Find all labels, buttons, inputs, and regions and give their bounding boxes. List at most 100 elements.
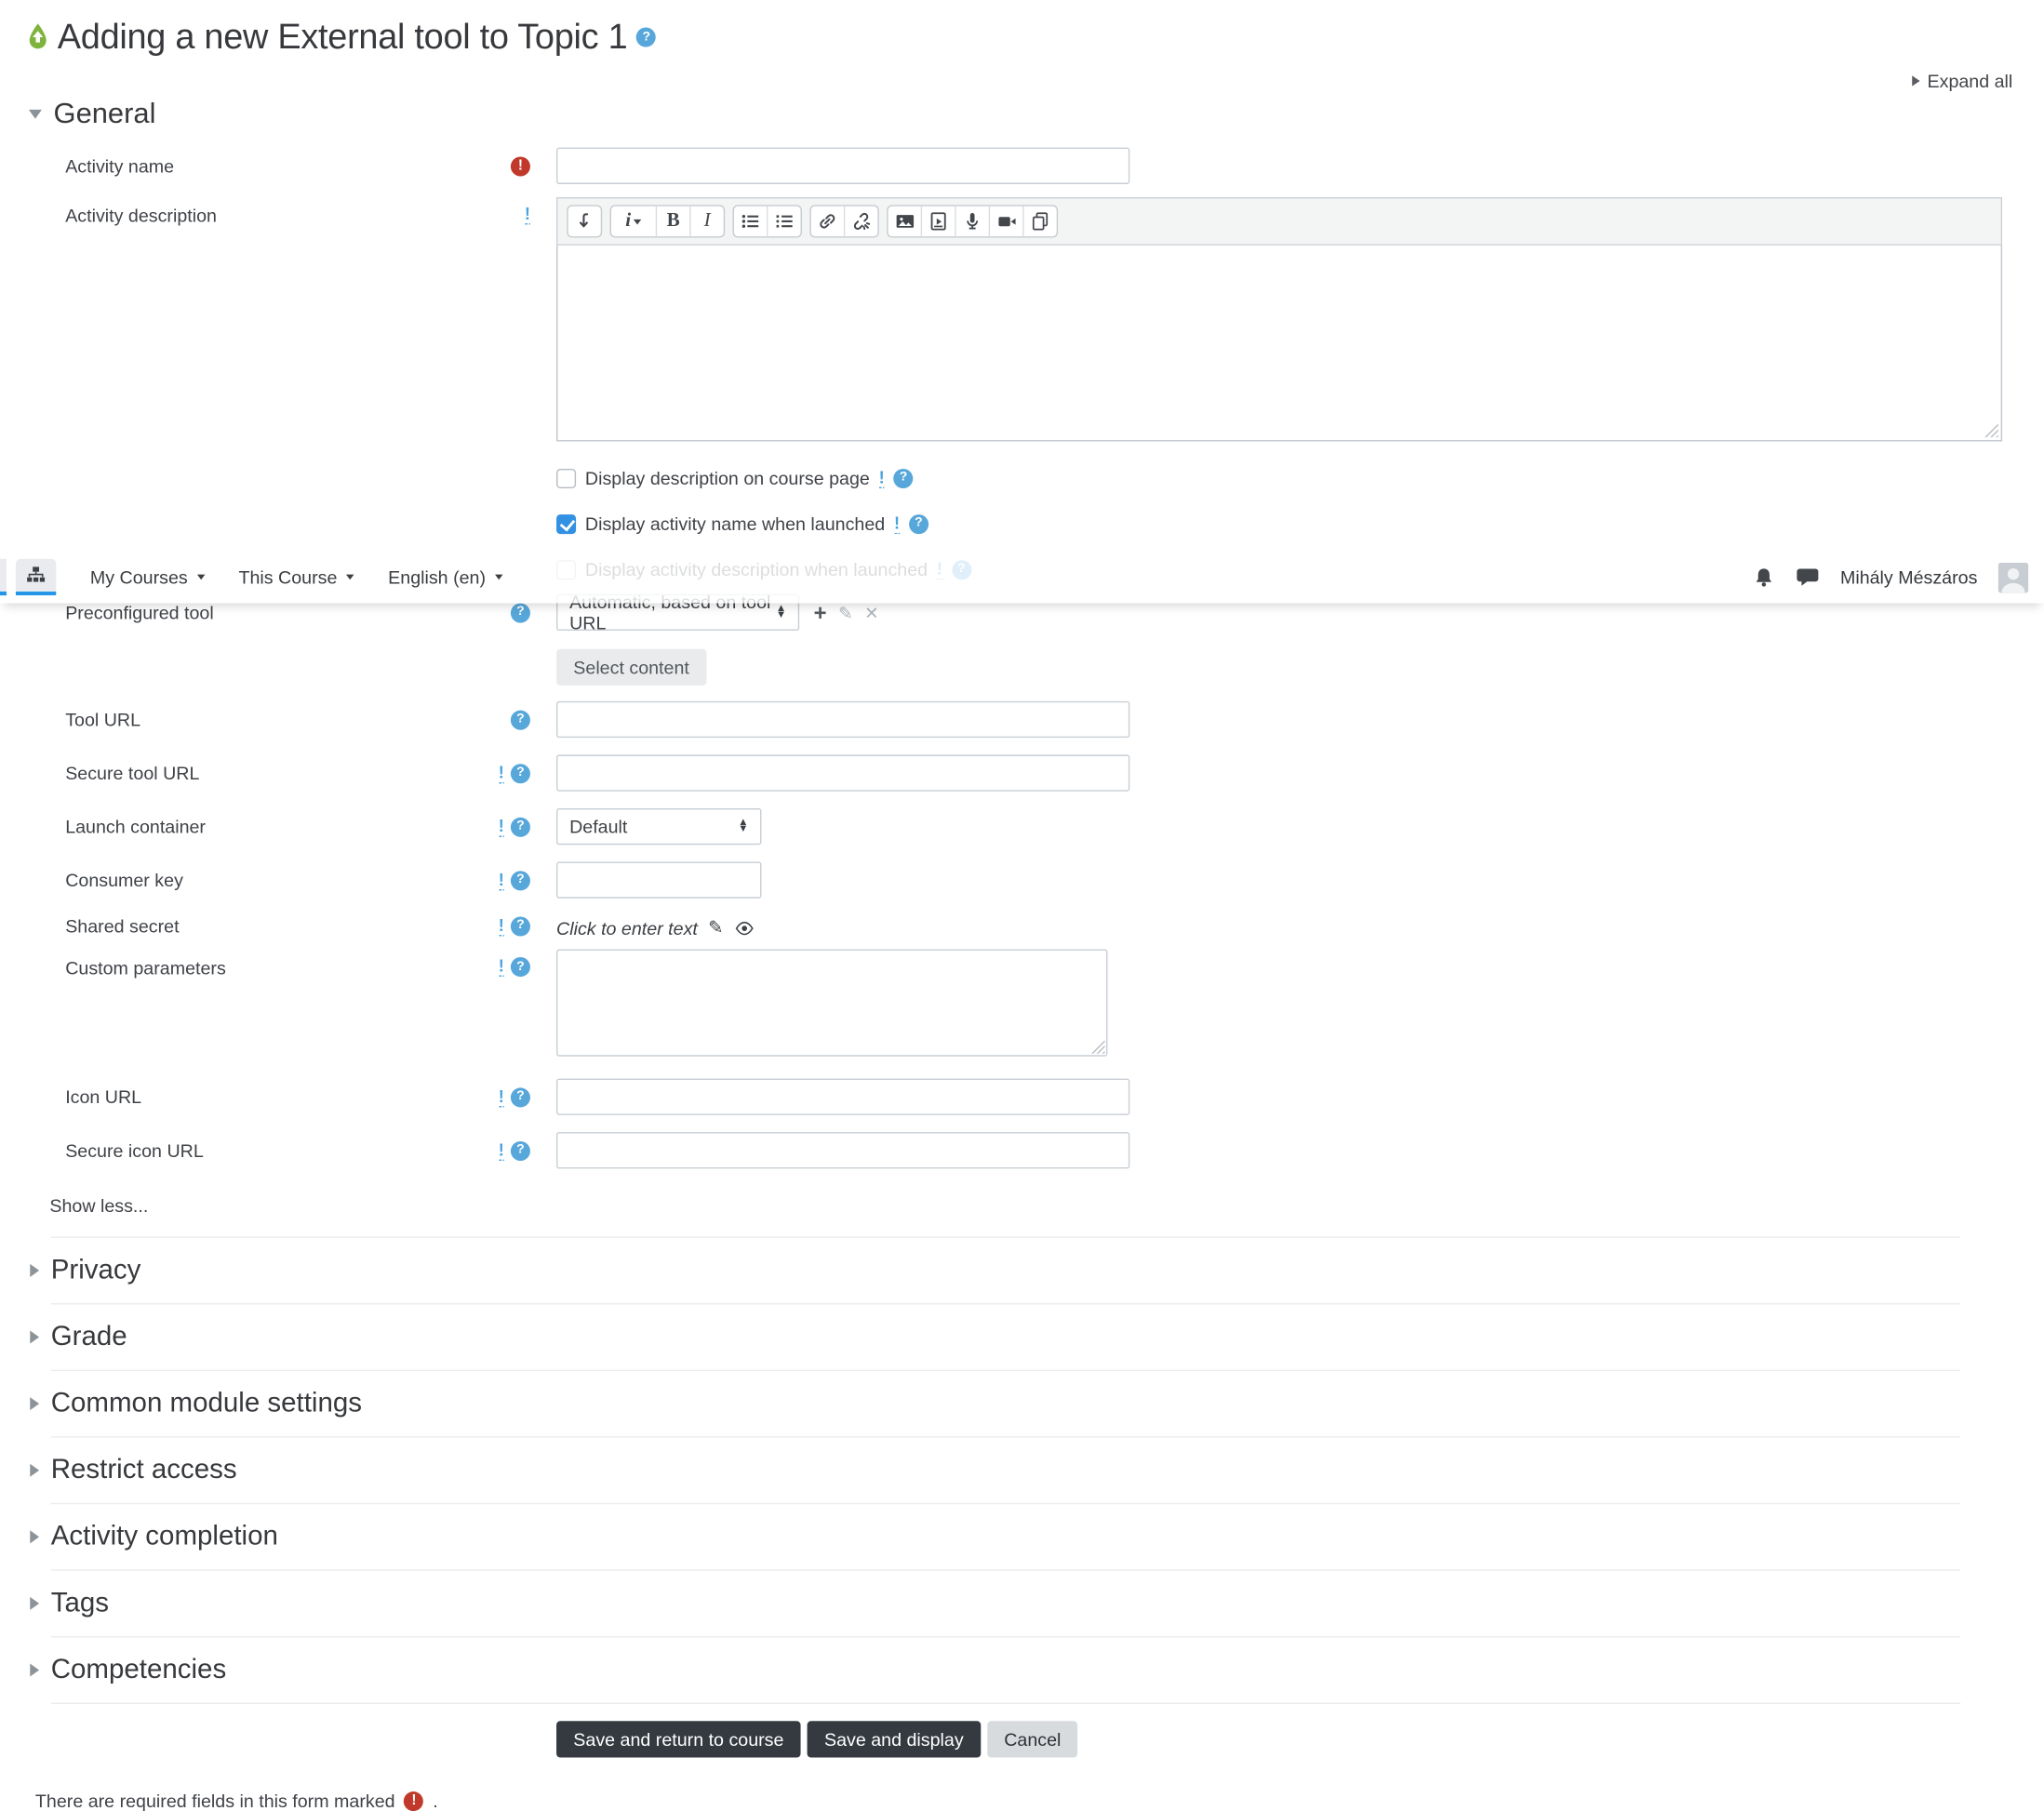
show-less-link[interactable]: Show less...: [49, 1195, 2002, 1216]
unordered-list-icon[interactable]: [734, 206, 767, 236]
launch-container-select[interactable]: Default ▲ ▼: [556, 807, 762, 846]
paragraph-styles-icon[interactable]: i: [611, 206, 656, 236]
help-icon[interactable]: ?: [510, 763, 530, 783]
help-icon[interactable]: ?: [510, 817, 530, 837]
help-icon[interactable]: ?: [510, 870, 530, 890]
image-icon[interactable]: [888, 206, 921, 236]
divider: [50, 1369, 1961, 1372]
help-icon[interactable]: ?: [510, 709, 530, 730]
ordered-list-icon[interactable]: [767, 206, 800, 237]
section-privacy[interactable]: Privacy: [0, 1255, 2002, 1286]
chevron-right-icon: [30, 1397, 40, 1411]
activity-name-label: Activity name: [65, 155, 175, 177]
required-hint-icon: !: [498, 762, 504, 783]
section-competencies[interactable]: Competencies: [0, 1655, 2002, 1686]
required-icon: !: [510, 155, 530, 176]
manage-files-icon[interactable]: [1022, 206, 1056, 237]
help-icon[interactable]: ?: [908, 513, 929, 534]
help-icon[interactable]: ?: [893, 468, 914, 488]
help-icon[interactable]: ?: [510, 1086, 530, 1107]
section-activity-completion[interactable]: Activity completion: [0, 1521, 2002, 1552]
expand-all-link[interactable]: Expand all: [0, 58, 2044, 91]
help-icon[interactable]: ?: [510, 1140, 530, 1161]
divider: [50, 1702, 1961, 1704]
save-and-return-button[interactable]: Save and return to course: [556, 1721, 801, 1758]
delete-tool-icon: ✕: [864, 602, 879, 622]
section-grade[interactable]: Grade: [0, 1322, 2002, 1353]
messages-chat-icon[interactable]: [1796, 566, 1819, 587]
section-title: Activity completion: [50, 1521, 278, 1551]
help-icon[interactable]: ?: [510, 915, 530, 936]
required-hint-icon: !: [878, 466, 885, 488]
display-name-launch-row: Display activity name when launched ! ?: [556, 513, 2002, 534]
tool-url-row: Tool URL ?: [0, 700, 2002, 739]
resize-handle[interactable]: [1090, 1039, 1105, 1054]
help-icon[interactable]: ?: [510, 957, 530, 978]
activity-name-input[interactable]: [556, 147, 1130, 184]
notifications-bell-icon[interactable]: [1753, 566, 1775, 589]
section-common-module-settings[interactable]: Common module settings: [0, 1388, 2002, 1419]
chevron-down-icon: [28, 109, 42, 119]
secure-icon-url-row: Secure icon URL !?: [0, 1132, 2002, 1169]
collapsed-sections: Privacy Grade Common module settings Restri…: [0, 1255, 2002, 1704]
section-tags[interactable]: Tags: [0, 1588, 2002, 1619]
launch-container-label: Launch container: [65, 816, 206, 837]
nav-language[interactable]: English (en): [388, 566, 503, 588]
save-and-display-button[interactable]: Save and display: [807, 1721, 981, 1758]
nav-my-courses[interactable]: My Courses: [90, 566, 205, 588]
shared-secret-placeholder[interactable]: Click to enter text: [556, 917, 698, 938]
unlink-icon[interactable]: [843, 206, 877, 237]
chevron-right-icon: [30, 1263, 40, 1277]
section-title: Common module settings: [50, 1388, 363, 1418]
page-header: Adding a new External tool to Topic 1 ?: [0, 0, 2044, 58]
select-content-button[interactable]: Select content: [556, 648, 707, 686]
navbar-edge-button[interactable]: [0, 558, 7, 596]
activity-description-label: Activity description: [65, 205, 217, 226]
secure-icon-url-input[interactable]: [556, 1132, 1130, 1169]
secure-tool-url-input[interactable]: [556, 754, 1130, 792]
section-restrict-access[interactable]: Restrict access: [0, 1455, 2002, 1486]
resize-handle[interactable]: [1981, 420, 1998, 438]
select-caret-icon: ▲ ▼: [738, 816, 749, 835]
collapse-toolbar-icon[interactable]: [568, 206, 601, 236]
help-icon[interactable]: ?: [510, 602, 530, 622]
chevron-right-icon: [1911, 75, 1920, 87]
add-tool-icon[interactable]: +: [814, 601, 827, 623]
custom-parameters-textarea[interactable]: [556, 949, 1108, 1057]
display-description-row: Display description on course page ! ?: [556, 468, 2002, 488]
record-audio-icon[interactable]: [955, 206, 988, 237]
chevron-right-icon: [30, 1596, 40, 1610]
avatar[interactable]: [1997, 562, 2029, 593]
tool-url-input[interactable]: [556, 700, 1130, 739]
checkbox-label: Display description on course page: [584, 467, 870, 489]
consumer-key-input[interactable]: [556, 861, 762, 899]
icon-url-row: Icon URL !?: [0, 1078, 2002, 1115]
bold-icon[interactable]: B: [655, 206, 689, 237]
section-title: Privacy: [50, 1255, 141, 1285]
record-video-icon[interactable]: [988, 206, 1022, 237]
link-icon[interactable]: [811, 206, 844, 236]
user-name[interactable]: Mihály Mészáros: [1840, 566, 1977, 587]
sitemap-icon[interactable]: [15, 558, 57, 596]
nav-this-course[interactable]: This Course: [238, 566, 354, 588]
divider: [50, 1436, 1961, 1438]
shared-secret-label: Shared secret: [65, 915, 180, 937]
page: Adding a new External tool to Topic 1 ? …: [0, 0, 2044, 1811]
chevron-right-icon: [30, 1530, 40, 1544]
section-title: Restrict access: [50, 1454, 237, 1485]
media-icon[interactable]: [920, 206, 955, 237]
required-hint-icon: !: [894, 513, 901, 534]
help-icon[interactable]: ?: [636, 27, 657, 47]
editor-content-area[interactable]: [556, 245, 2003, 442]
eye-icon[interactable]: [734, 919, 755, 938]
display-activity-name-checkbox[interactable]: [556, 513, 577, 534]
italic-icon[interactable]: I: [689, 206, 723, 237]
cancel-button[interactable]: Cancel: [986, 1721, 1078, 1758]
display-description-checkbox[interactable]: [556, 468, 577, 488]
required-hint-icon: !: [498, 1085, 504, 1107]
section-general[interactable]: General: [0, 97, 2044, 130]
edit-pencil-icon[interactable]: ✎: [708, 916, 723, 939]
divider: [50, 1502, 1961, 1505]
section-title: Tags: [50, 1588, 110, 1618]
icon-url-input[interactable]: [556, 1078, 1130, 1115]
